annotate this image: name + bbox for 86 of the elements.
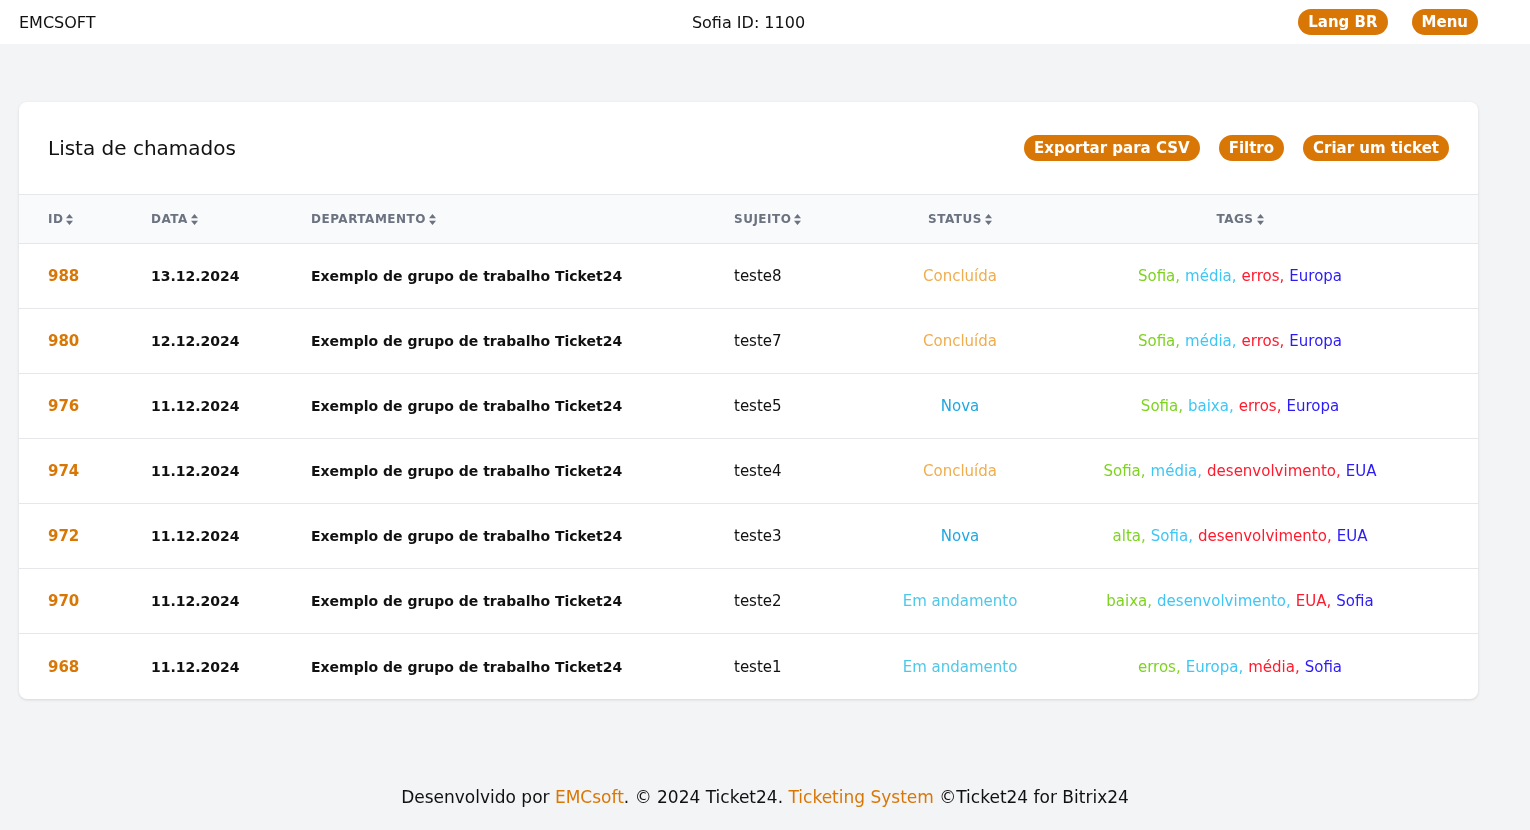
footer-link[interactable]: Ticketing System <box>788 787 934 807</box>
department-cell-text: Exemplo de grupo de trabalho Ticket24 <box>311 528 624 544</box>
department-cell-text: Exemplo de grupo de trabalho Ticket24 <box>311 398 624 414</box>
tag-label: Sofia <box>1304 657 1343 676</box>
tag-label: média, <box>1185 332 1237 350</box>
tag-label: EUA <box>1336 527 1368 545</box>
ticket-id-link[interactable]: 970 <box>48 592 151 610</box>
subject-cell-text: teste1 <box>734 657 783 676</box>
tag-label: baixa, <box>1187 397 1234 415</box>
tag-label: Europa <box>1289 332 1343 350</box>
ticket-id-link[interactable]: 972 <box>48 527 151 545</box>
column-header[interactable]: DEPARTAMENTO <box>311 212 436 226</box>
tag-label: Sofia, <box>1137 267 1181 285</box>
column-header[interactable]: SUJEITO <box>734 212 802 226</box>
ticket-id-link[interactable]: 976 <box>48 397 151 415</box>
action-button[interactable]: Criar um ticket <box>1303 135 1449 161</box>
card-title: Lista de chamados <box>48 136 236 160</box>
status-text: Concluída <box>923 332 997 350</box>
department-cell-text: Exemplo de grupo de trabalho Ticket24 <box>311 593 624 609</box>
tag-label: Europa, <box>1185 657 1244 676</box>
department-cell-text: Exemplo de grupo de trabalho Ticket24 <box>311 463 624 479</box>
ticket-id-link[interactable]: 974 <box>48 462 151 480</box>
department-cell-text: Exemplo de grupo de trabalho Ticket24 <box>311 333 624 349</box>
status-text: Nova <box>940 527 980 545</box>
tag-label: Sofia, <box>1140 397 1183 415</box>
header-button[interactable]: Lang BR <box>1298 9 1388 35</box>
tag-label: desenvolvimento, <box>1207 462 1341 480</box>
status-text: Em andamento <box>902 657 1018 676</box>
tag-label: erros, <box>1137 657 1181 676</box>
brand-name: EMCSOFT <box>19 12 97 32</box>
tag-label: EUA <box>1345 462 1377 480</box>
ticket-id-link[interactable]: 968 <box>48 657 151 676</box>
ticket-id-link[interactable]: 980 <box>48 332 151 350</box>
tag-label: desenvolvimento, <box>1157 592 1291 610</box>
tag-label: EUA, <box>1295 592 1332 610</box>
sort-icon <box>66 213 74 225</box>
footer-text: Desenvolvido por EMCsoft. © 2024 Ticket24. Ticketing System ©Ticket24 for Bitrix24 <box>400 787 1130 807</box>
subject-cell-text: teste2 <box>734 592 783 610</box>
tag-label: Sofia, <box>1137 332 1181 350</box>
date-cell-text: 11.12.2024 <box>151 593 241 609</box>
date-cell-text: 11.12.2024 <box>151 658 241 675</box>
tag-label: Europa <box>1289 267 1343 285</box>
column-header[interactable]: TAGS <box>1216 212 1264 226</box>
column-header[interactable]: ID <box>48 212 74 226</box>
department-cell-text: Exemplo de grupo de trabalho Ticket24 <box>311 658 624 675</box>
tag-label: Europa <box>1286 397 1340 415</box>
column-header[interactable]: STATUS <box>928 212 992 226</box>
tag-label: média, <box>1248 657 1300 676</box>
sort-icon <box>190 213 198 225</box>
date-cell-text: 12.12.2024 <box>151 333 241 349</box>
subject-cell-text: teste7 <box>734 332 783 350</box>
date-cell-text: 13.12.2024 <box>151 268 241 284</box>
footer-link[interactable]: EMCsoft <box>554 787 624 807</box>
tag-label: alta, <box>1112 527 1146 545</box>
tag-label: desenvolvimento, <box>1197 527 1332 545</box>
subject-cell-text: teste5 <box>734 397 783 415</box>
date-cell-text: 11.12.2024 <box>151 398 241 414</box>
department-cell-text: Exemplo de grupo de trabalho Ticket24 <box>311 268 624 284</box>
action-button[interactable]: Filtro <box>1218 135 1285 161</box>
subject-cell-text: teste8 <box>734 267 783 285</box>
tag-label: erros, <box>1241 267 1285 285</box>
tag-label: Sofia, <box>1103 462 1146 480</box>
tag-label: baixa, <box>1106 592 1153 610</box>
sort-icon <box>428 213 436 225</box>
tag-label: média, <box>1150 462 1203 480</box>
tag-label: média, <box>1185 267 1237 285</box>
status-text: Nova <box>940 397 980 415</box>
subject-cell-text: teste4 <box>734 462 783 480</box>
user-id: Sofia ID: 1100 <box>691 12 806 32</box>
column-header[interactable]: DATA <box>151 212 198 226</box>
date-cell-text: 11.12.2024 <box>151 528 241 544</box>
status-text: Em andamento <box>902 592 1018 610</box>
action-button[interactable]: Exportar para CSV <box>1024 135 1200 161</box>
tag-label: erros, <box>1238 397 1282 415</box>
sort-icon <box>984 213 992 225</box>
sort-icon <box>1256 213 1264 225</box>
tag-label: Sofia <box>1336 592 1374 610</box>
ticket-id-link[interactable]: 988 <box>48 267 151 285</box>
date-cell-text: 11.12.2024 <box>151 463 241 479</box>
status-text: Concluída <box>923 462 997 480</box>
header-button[interactable]: Menu <box>1411 9 1478 35</box>
tag-label: erros, <box>1241 332 1285 350</box>
status-text: Concluída <box>923 267 997 285</box>
subject-cell-text: teste3 <box>734 527 783 545</box>
tag-label: Sofia, <box>1150 527 1193 545</box>
sort-icon <box>794 213 802 225</box>
